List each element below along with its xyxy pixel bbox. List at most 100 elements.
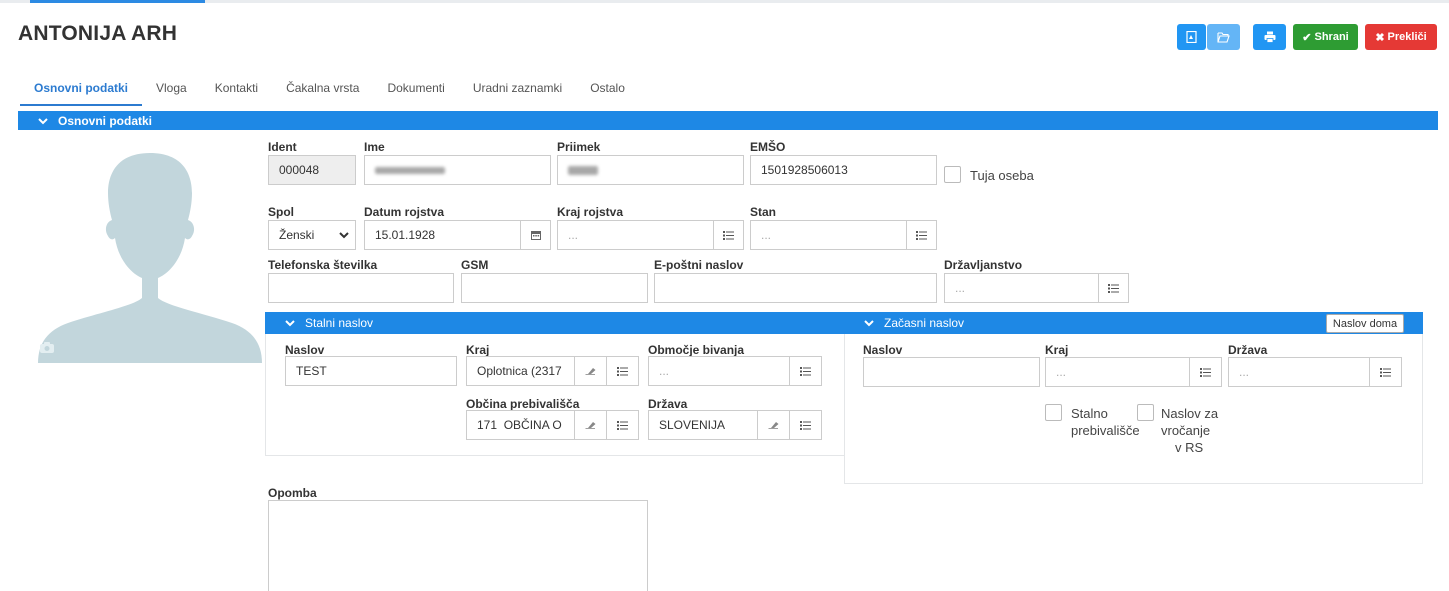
section-header-osnovni-podatki[interactable]: Osnovni podatki [18, 111, 1438, 130]
opomba-textarea[interactable] [268, 500, 648, 591]
zacasni-naslov-panel [844, 312, 1423, 484]
obmocje-bivanja-label: Območje bivanja [648, 343, 745, 357]
calendar-icon [530, 231, 541, 240]
spol-select[interactable]: Ženski [268, 220, 356, 250]
naslov-za-vrocanje-checkbox[interactable] [1137, 404, 1154, 421]
spol-value: Ženski [279, 228, 315, 242]
check-icon: ✔ [1302, 31, 1312, 44]
obmocje-bivanja-list-button[interactable] [789, 356, 822, 386]
gsm-label: GSM [461, 258, 489, 272]
emso-label: EMŠO [750, 140, 786, 154]
drzavljanstvo-list-button[interactable] [1098, 273, 1129, 303]
chevron-down-icon [339, 231, 349, 238]
eraser-icon [585, 368, 596, 375]
camera-icon [40, 342, 54, 353]
opomba-label: Opomba [268, 486, 317, 500]
list-icon [617, 366, 628, 376]
naslov-za-vrocanje-line3: v RS [1175, 440, 1204, 455]
redacted-text [375, 166, 445, 174]
stalni-naslov-title: Stalni naslov [305, 316, 374, 330]
drzavljanstvo-field[interactable]: ... [944, 273, 1099, 303]
open-folder-button[interactable] [1207, 24, 1240, 50]
chevron-down-icon [285, 316, 295, 330]
print-button[interactable] [1253, 24, 1286, 50]
section-header-stalni-naslov[interactable]: Stalni naslov [265, 312, 845, 334]
telefon-label: Telefonska številka [268, 258, 378, 272]
save-label: Shrani [1314, 31, 1349, 43]
list-icon [723, 230, 734, 240]
stalni-drzava-clear-button[interactable] [757, 410, 790, 440]
telefon-field[interactable] [268, 273, 454, 303]
obcina-prebivalisca-field[interactable]: 171 OBČINA O [466, 410, 575, 440]
stalni-kraj-clear-button[interactable] [574, 356, 607, 386]
kraj-rojstva-label: Kraj rojstva [557, 205, 624, 219]
kraj-rojstva-list-button[interactable] [713, 220, 744, 250]
stalni-drzava-field[interactable]: SLOVENIJA [648, 410, 758, 440]
ime-field[interactable] [364, 155, 551, 185]
emso-field[interactable]: 1501928506013 [750, 155, 937, 185]
cancel-button[interactable]: ✖ Prekliči [1365, 24, 1437, 50]
calendar-button[interactable] [520, 220, 551, 250]
tab-osnovni-podatki[interactable]: Osnovni podatki [20, 78, 143, 106]
zacasni-drzava-field[interactable]: ... [1228, 357, 1370, 387]
drzavljanstvo-label: Državljanstvo [944, 258, 1023, 272]
list-icon [1380, 367, 1391, 377]
redacted-text [568, 165, 598, 175]
datum-rojstva-field[interactable]: 15.01.1928 [364, 220, 521, 250]
eraser-icon [585, 422, 596, 429]
obmocje-bivanja-field[interactable]: ... [648, 356, 790, 386]
tab-uradni-zaznamki[interactable]: Uradni zaznamki [459, 78, 576, 106]
avatar[interactable] [38, 148, 262, 363]
zacasni-naslov-title: Začasni naslov [884, 316, 965, 330]
folder-open-icon [1217, 31, 1230, 43]
obcina-clear-button[interactable] [574, 410, 607, 440]
email-field[interactable] [654, 273, 937, 303]
naslov-za-vrocanje-label: Naslov za vročanje v RS [1161, 405, 1218, 456]
list-icon [800, 366, 811, 376]
stan-list-button[interactable] [906, 220, 937, 250]
stalni-drzava-label: Država [648, 397, 688, 411]
tab-kontakti[interactable]: Kontakti [201, 78, 272, 106]
naslov-za-vrocanje-line2: vročanje [1161, 423, 1211, 438]
obcina-list-button[interactable] [606, 410, 639, 440]
tab-vloga[interactable]: Vloga [142, 78, 201, 106]
tab-dokumenti[interactable]: Dokumenti [373, 78, 458, 106]
list-icon [916, 230, 927, 240]
close-icon: ✖ [1375, 31, 1385, 44]
cancel-label: Prekliči [1387, 31, 1427, 43]
list-icon [617, 420, 628, 430]
list-icon [800, 420, 811, 430]
gsm-field[interactable] [461, 273, 648, 303]
spol-label: Spol [268, 205, 294, 219]
tab-bar: Osnovni podatki Vloga Kontakti Čakalna v… [20, 78, 639, 108]
email-label: E-poštni naslov [654, 258, 744, 272]
tuja-oseba-checkbox[interactable] [944, 166, 961, 183]
stalni-kraj-list-button[interactable] [606, 356, 639, 386]
stalni-naslov-label: Naslov [285, 343, 325, 357]
ident-field: 000048 [268, 155, 356, 185]
naslov-doma-button[interactable]: Naslov doma [1326, 314, 1404, 333]
tab-cakalna-vrsta[interactable]: Čakalna vrsta [272, 78, 373, 106]
pdf-button[interactable] [1177, 24, 1206, 50]
save-button[interactable]: ✔ Shrani [1293, 24, 1358, 50]
tab-ostalo[interactable]: Ostalo [576, 78, 639, 106]
ident-label: Ident [268, 140, 297, 154]
top-progress-active [30, 0, 205, 3]
stalni-naslov-field[interactable]: TEST [285, 356, 457, 386]
zacasni-naslov-field[interactable] [863, 357, 1040, 387]
zacasni-drzava-label: Država [1228, 343, 1268, 357]
zacasni-kraj-field[interactable]: ... [1045, 357, 1190, 387]
stalno-prebivalisce-line1: Stalno [1071, 406, 1108, 421]
zacasni-drzava-list-button[interactable] [1369, 357, 1402, 387]
avatar-silhouette-icon [38, 153, 262, 363]
section-title: Osnovni podatki [58, 113, 153, 128]
kraj-rojstva-field[interactable]: ... [557, 220, 714, 250]
ime-label: Ime [364, 140, 385, 154]
priimek-field[interactable] [557, 155, 744, 185]
stalni-drzava-list-button[interactable] [789, 410, 822, 440]
top-progress-line [0, 0, 1449, 3]
stan-field[interactable]: ... [750, 220, 907, 250]
stalni-kraj-field[interactable]: Oplotnica (2317 [466, 356, 575, 386]
stalno-prebivalisce-checkbox[interactable] [1045, 404, 1062, 421]
zacasni-kraj-list-button[interactable] [1189, 357, 1222, 387]
